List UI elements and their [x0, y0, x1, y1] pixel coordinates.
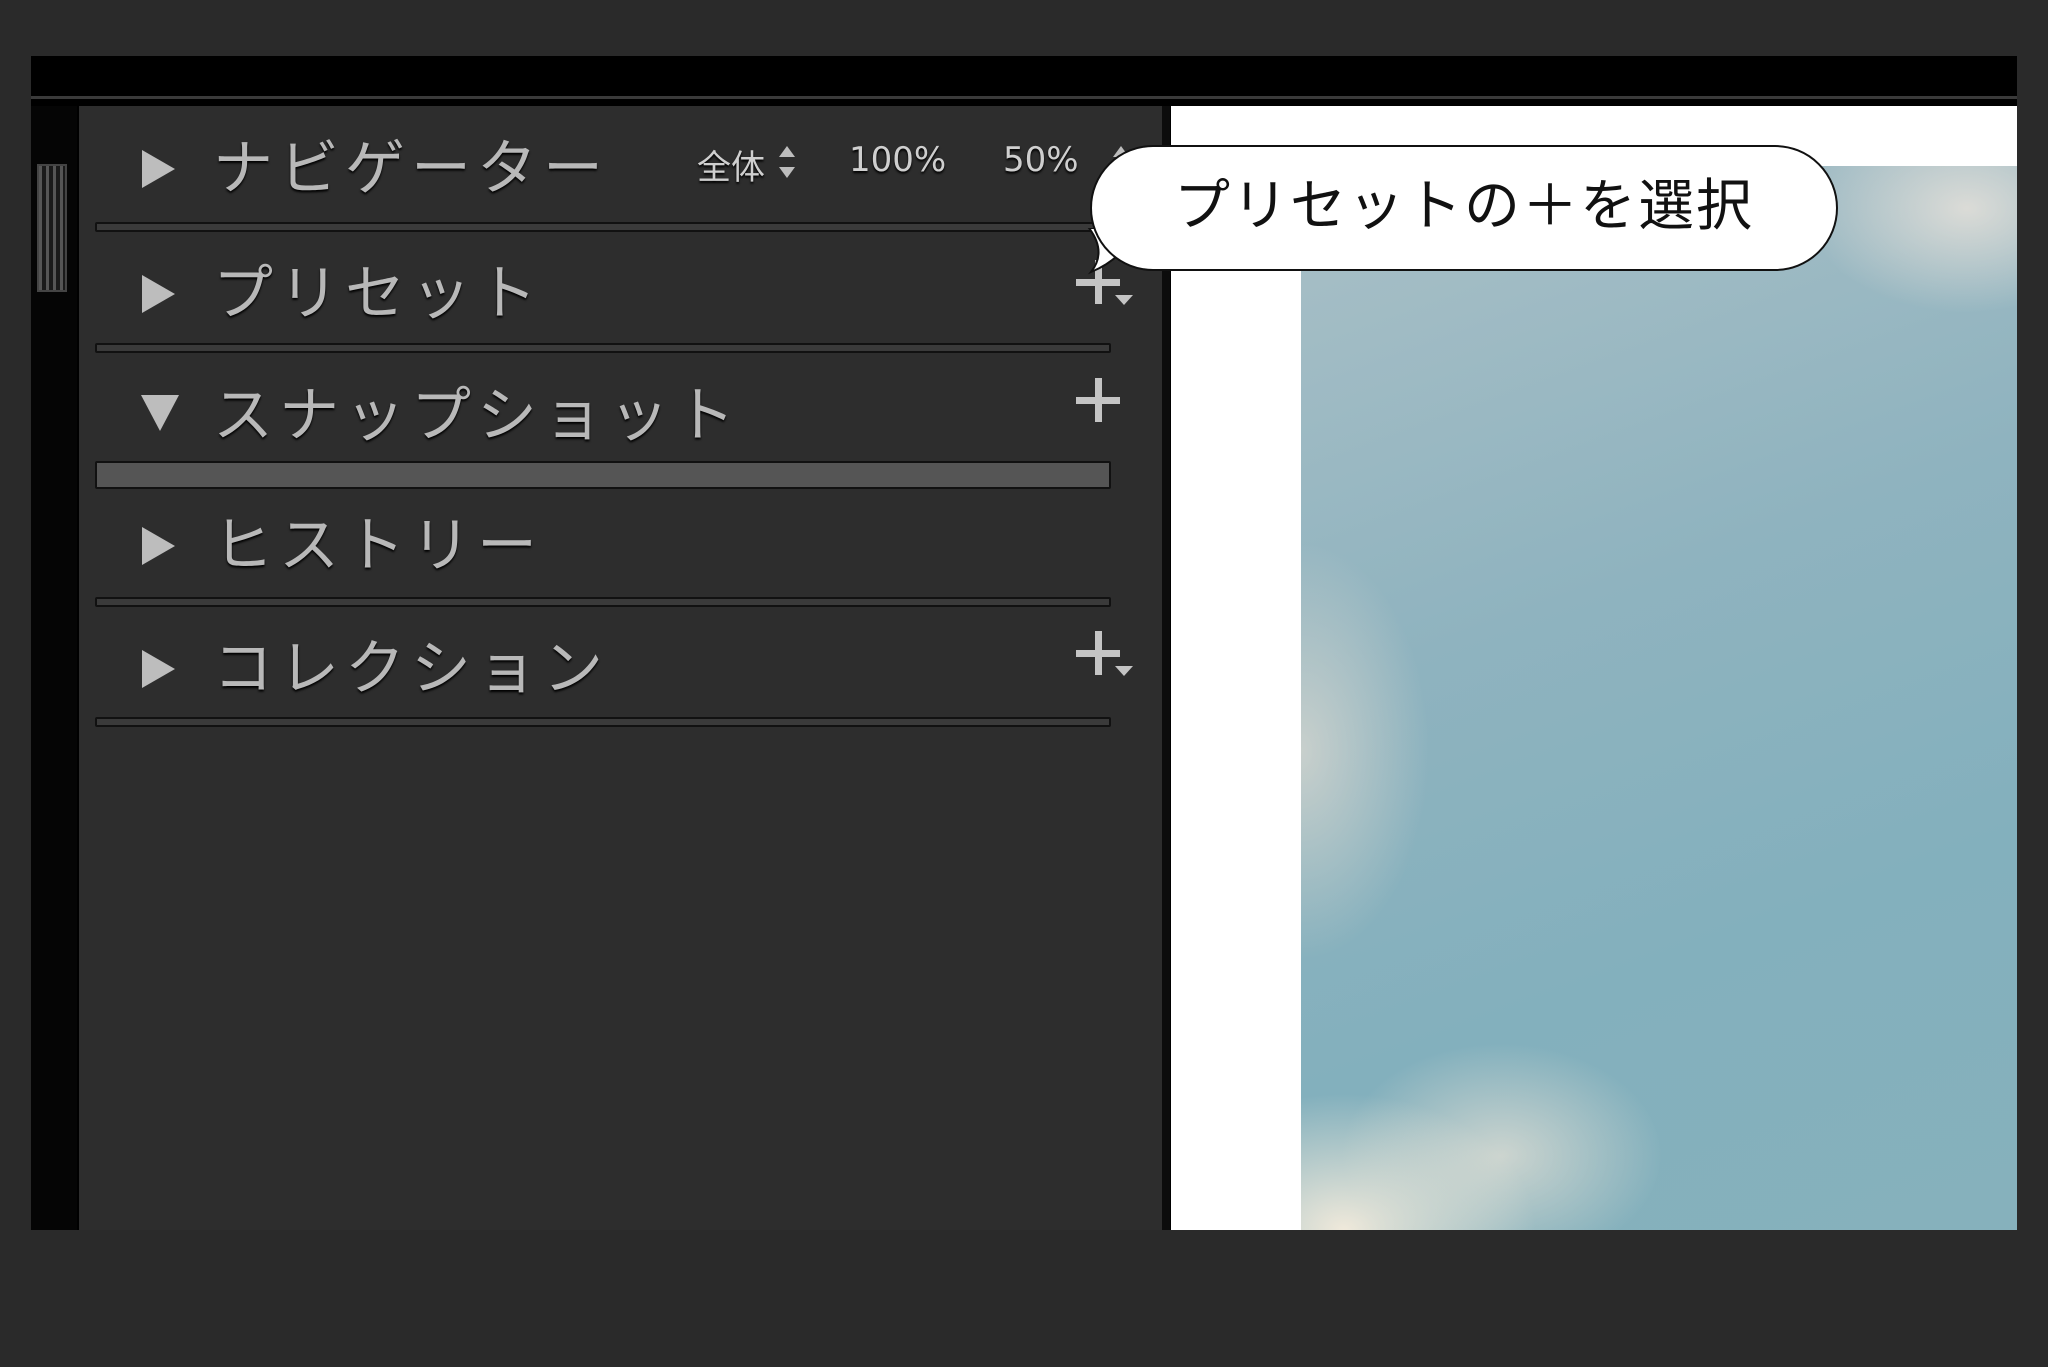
panel-border: [1162, 106, 1170, 1230]
section-history[interactable]: ヒストリー: [79, 483, 1159, 593]
section-presets[interactable]: プリセット: [79, 231, 1159, 341]
section-divider: [95, 717, 1111, 727]
expand-triangle-icon[interactable]: [142, 275, 175, 313]
top-toolbar-edge: [31, 96, 2017, 99]
callout-text: プリセットの＋を選択: [1174, 174, 1754, 239]
add-snapshot-plus-icon[interactable]: [1076, 378, 1120, 422]
section-title-collections: コレクション: [213, 634, 609, 704]
section-divider: [95, 343, 1111, 353]
section-title-navigator: ナビゲーター: [213, 134, 609, 204]
zoom-50-option[interactable]: 50%: [1003, 140, 1079, 180]
section-collections[interactable]: コレクション: [79, 606, 1159, 716]
section-title-snapshots: スナップショット: [213, 381, 741, 451]
left-panel: ナビゲーター 全体 100% 50% プリセット スナップショット ヒストリー: [79, 106, 1170, 1230]
add-collection-dropdown-icon[interactable]: [1115, 666, 1133, 676]
panel-resize-grip[interactable]: [37, 164, 67, 292]
section-title-history: ヒストリー: [213, 511, 543, 581]
expand-triangle-icon[interactable]: [142, 527, 175, 565]
left-edge-strip: [31, 106, 77, 1230]
image-viewer[interactable]: [1171, 106, 2017, 1230]
collapse-triangle-icon[interactable]: [141, 395, 179, 431]
add-collection-plus-icon[interactable]: [1076, 631, 1120, 675]
section-title-presets: プリセット: [213, 259, 543, 329]
zoom-100-option[interactable]: 100%: [849, 140, 946, 180]
expand-triangle-icon[interactable]: [142, 150, 175, 188]
add-preset-dropdown-icon[interactable]: [1115, 295, 1133, 305]
section-navigator[interactable]: ナビゲーター 全体 100% 50%: [79, 106, 1159, 216]
callout-bubble: プリセットの＋を選択: [1090, 145, 1838, 271]
zoom-fit-stepper-icon[interactable]: [779, 146, 795, 178]
section-snapshots[interactable]: スナップショット: [79, 353, 1159, 463]
expand-triangle-icon[interactable]: [142, 650, 175, 688]
photo-sky-image: [1301, 166, 2017, 1230]
zoom-fit-option[interactable]: 全体: [697, 140, 765, 189]
